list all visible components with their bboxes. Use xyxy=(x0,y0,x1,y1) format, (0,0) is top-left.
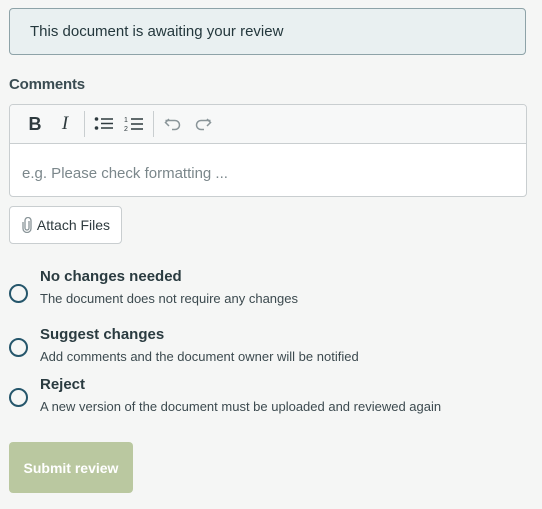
option-title: Reject xyxy=(40,376,86,393)
option-description: Add comments and the document owner will… xyxy=(40,349,359,364)
undo-button[interactable] xyxy=(158,109,188,139)
option-suggest-changes[interactable]: Suggest changes Add comments and the doc… xyxy=(9,326,529,368)
banner-text: This document is awaiting your review xyxy=(30,23,284,40)
numbered-list-button[interactable]: 1 2 xyxy=(119,109,149,139)
review-status-banner: This document is awaiting your review xyxy=(9,8,526,55)
radio-no-changes[interactable] xyxy=(9,284,28,303)
radio-reject[interactable] xyxy=(9,388,28,407)
comments-label: Comments xyxy=(9,76,85,93)
option-reject[interactable]: Reject A new version of the document mus… xyxy=(9,376,529,418)
svg-text:1: 1 xyxy=(124,117,128,124)
bullet-list-button[interactable] xyxy=(89,109,119,139)
bold-button[interactable]: B xyxy=(20,109,50,139)
paperclip-icon xyxy=(22,217,32,233)
editor-toolbar: B I 1 2 xyxy=(10,105,526,144)
attach-files-label: Attach Files xyxy=(36,217,111,233)
option-title: Suggest changes xyxy=(40,326,165,343)
numbered-list-icon: 1 2 xyxy=(124,117,143,133)
undo-icon xyxy=(164,118,181,131)
option-description: A new version of the document must be up… xyxy=(40,399,442,414)
option-description: The document does not require any change… xyxy=(40,291,299,306)
redo-button[interactable] xyxy=(188,109,218,139)
italic-button[interactable]: I xyxy=(50,109,80,139)
svg-text:2: 2 xyxy=(124,126,128,133)
comments-editor: B I 1 2 xyxy=(9,104,527,197)
radio-suggest-changes[interactable] xyxy=(9,338,28,357)
attach-files-button[interactable]: Attach Files xyxy=(9,206,122,244)
redo-icon xyxy=(195,118,212,131)
toolbar-divider xyxy=(153,111,154,137)
option-title: No changes needed xyxy=(40,268,182,285)
submit-review-button[interactable]: Submit review xyxy=(9,442,133,493)
option-no-changes[interactable]: No changes needed The document does not … xyxy=(9,268,529,310)
comments-input[interactable] xyxy=(20,157,514,189)
toolbar-divider xyxy=(84,111,85,137)
bullet-list-icon xyxy=(94,117,113,130)
